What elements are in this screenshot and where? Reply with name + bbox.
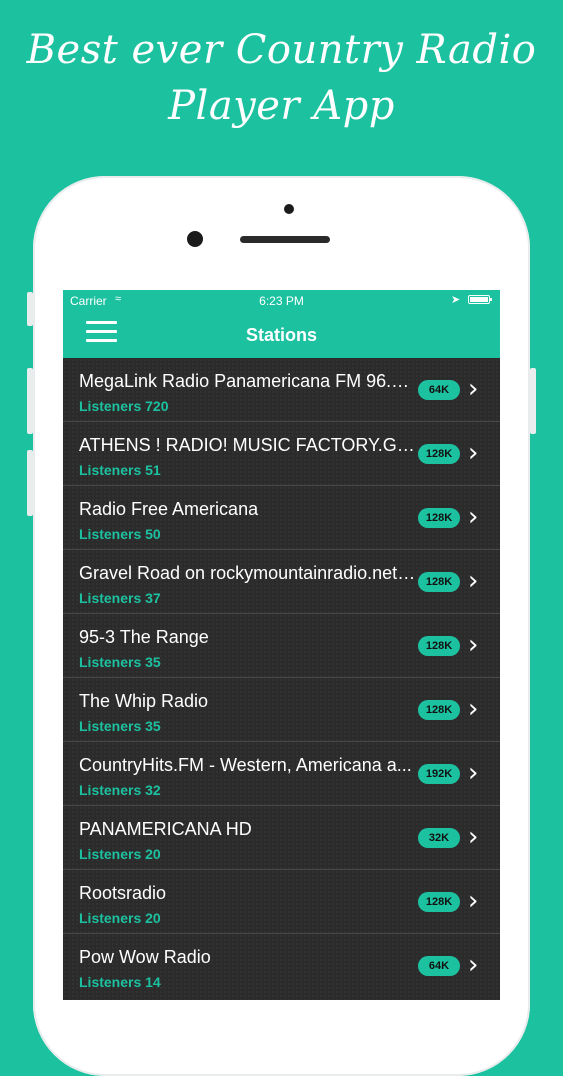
station-row[interactable]: Rootsradio Listeners 20 128K › xyxy=(63,870,500,934)
station-name: PANAMERICANA HD xyxy=(79,819,252,839)
chevron-right-icon[interactable]: › xyxy=(468,566,478,596)
bitrate-badge: 128K xyxy=(418,700,460,720)
location-arrow-icon: ➤ xyxy=(451,294,461,306)
battery-icon xyxy=(468,295,492,304)
station-name: Gravel Road on rockymountainradio.net:..… xyxy=(79,563,416,583)
station-row[interactable]: ATHENS ! RADIO! MUSIC FACTORY.GR !... Lis… xyxy=(63,422,500,486)
station-listeners: Listeners 50 xyxy=(79,526,161,542)
station-listeners: Listeners 35 xyxy=(79,654,161,670)
bitrate-badge: 128K xyxy=(418,572,460,592)
station-listeners: Listeners 20 xyxy=(79,910,161,926)
station-name: Rootsradio xyxy=(79,883,167,903)
chevron-right-icon[interactable]: › xyxy=(468,630,478,660)
station-row[interactable]: Gravel Road on rockymountainradio.net:..… xyxy=(63,550,500,614)
station-row[interactable]: CountryHits.FM - Western, Americana a...… xyxy=(63,742,500,806)
station-row[interactable]: PANAMERICANA HD Listeners 20 32K › xyxy=(63,806,500,870)
chevron-right-icon[interactable]: › xyxy=(468,822,478,852)
nav-bar: Carrier ≈ 6:23 PM ➤ Stations xyxy=(63,290,500,358)
station-listeners: Listeners 51 xyxy=(79,462,161,478)
bitrate-badge: 32K xyxy=(418,828,460,848)
chevron-right-icon[interactable]: › xyxy=(468,694,478,724)
chevron-right-icon[interactable]: › xyxy=(468,438,478,468)
promo-headline-line1: Best ever Country Radio xyxy=(26,27,537,73)
station-row[interactable]: MegaLink Radio Panamericana FM 96.1... Li… xyxy=(63,358,500,422)
bitrate-badge: 128K xyxy=(418,444,460,464)
promo-headline: Best ever Country Radio Player App xyxy=(0,22,563,134)
station-name: The Whip Radio xyxy=(79,691,209,711)
chevron-right-icon[interactable]: › xyxy=(468,374,478,404)
station-row[interactable]: 95-3 The Range Listeners 35 128K › xyxy=(63,614,500,678)
chevron-right-icon[interactable]: › xyxy=(468,502,478,532)
mute-switch xyxy=(27,292,33,326)
station-listeners: Listeners 32 xyxy=(79,782,161,798)
chevron-right-icon[interactable]: › xyxy=(468,758,478,788)
station-listeners: Listeners 37 xyxy=(79,590,161,606)
station-name: Radio Free Americana xyxy=(79,499,259,519)
station-listeners: Listeners 720 xyxy=(79,398,169,414)
volume-down-button xyxy=(27,450,33,516)
station-row[interactable]: Pow Wow Radio Listeners 14 64K › xyxy=(63,934,500,997)
power-button xyxy=(530,368,536,434)
volume-up-button xyxy=(27,368,33,434)
bitrate-badge: 128K xyxy=(418,508,460,528)
station-row[interactable]: The Whip Radio Listeners 35 128K › xyxy=(63,678,500,742)
chevron-right-icon[interactable]: › xyxy=(468,950,478,980)
status-time: 6:23 PM xyxy=(259,294,304,308)
page-title: Stations xyxy=(245,325,317,345)
bitrate-badge: 64K xyxy=(418,956,460,976)
front-camera-icon xyxy=(284,204,294,214)
promo-headline-line2: Player App xyxy=(168,83,395,129)
station-name: MegaLink Radio Panamericana FM 96.1... xyxy=(79,371,416,391)
station-row[interactable]: Radio Free Americana Listeners 50 128K › xyxy=(63,486,500,550)
earpiece-speaker xyxy=(240,236,330,243)
station-name: ATHENS ! RADIO! MUSIC FACTORY.GR !... xyxy=(79,435,416,455)
station-listeners: Listeners 20 xyxy=(79,846,161,862)
bitrate-badge: 192K xyxy=(418,764,460,784)
station-name: CountryHits.FM - Western, Americana a... xyxy=(79,755,412,775)
chevron-right-icon[interactable]: › xyxy=(468,886,478,916)
station-listeners: Listeners 35 xyxy=(79,718,161,734)
station-name: Pow Wow Radio xyxy=(79,947,211,967)
status-bar: Carrier ≈ 6:23 PM ➤ xyxy=(63,290,500,310)
sensor-icon xyxy=(187,231,203,247)
bitrate-badge: 128K xyxy=(418,636,460,656)
station-listeners: Listeners 14 xyxy=(79,974,161,990)
station-list: MegaLink Radio Panamericana FM 96.1... Li… xyxy=(63,358,500,997)
app-screen: Carrier ≈ 6:23 PM ➤ Stations MegaLink Ra… xyxy=(63,290,500,1000)
bitrate-badge: 128K xyxy=(418,892,460,912)
station-name: 95-3 The Range xyxy=(79,627,209,647)
bitrate-badge: 64K xyxy=(418,380,460,400)
